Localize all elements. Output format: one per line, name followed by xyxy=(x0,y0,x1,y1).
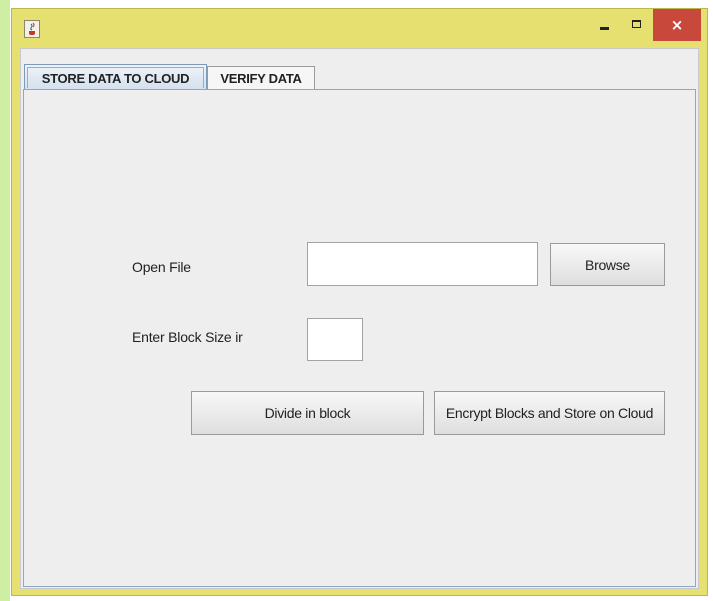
tab-verify-data[interactable]: VERIFY DATA xyxy=(207,66,315,89)
java-cup-icon xyxy=(24,20,40,38)
minimize-button[interactable] xyxy=(589,9,619,39)
minimize-icon xyxy=(599,26,609,30)
store-data-panel: Open File Browse Enter Block Size ir Div… xyxy=(23,89,696,587)
window-content: STORE DATA TO CLOUD VERIFY DATA Open Fil… xyxy=(20,48,699,589)
divide-in-block-button[interactable]: Divide in block xyxy=(191,391,424,435)
encrypt-and-store-button[interactable]: Encrypt Blocks and Store on Cloud xyxy=(434,391,665,435)
tab-label: STORE DATA TO CLOUD xyxy=(41,70,190,86)
desktop-background: × STORE DATA TO CLOUD VERIFY DATA Open F… xyxy=(0,0,713,601)
close-button[interactable]: × xyxy=(653,9,701,41)
open-file-label: Open File xyxy=(132,259,191,275)
close-icon: × xyxy=(670,16,684,34)
block-size-label: Enter Block Size ir xyxy=(132,329,243,345)
tab-focus-ring: STORE DATA TO CLOUD xyxy=(27,67,204,88)
tab-label: VERIFY DATA xyxy=(220,70,302,86)
maximize-button[interactable] xyxy=(621,9,651,39)
background-decoration xyxy=(0,0,10,601)
browse-button[interactable]: Browse xyxy=(550,243,665,286)
application-window: × STORE DATA TO CLOUD VERIFY DATA Open F… xyxy=(11,8,708,596)
maximize-icon xyxy=(631,20,641,28)
tab-store-data-to-cloud[interactable]: STORE DATA TO CLOUD xyxy=(24,64,207,89)
title-bar[interactable]: × xyxy=(12,9,707,48)
file-path-input[interactable] xyxy=(307,242,538,286)
block-size-input[interactable] xyxy=(307,318,363,361)
